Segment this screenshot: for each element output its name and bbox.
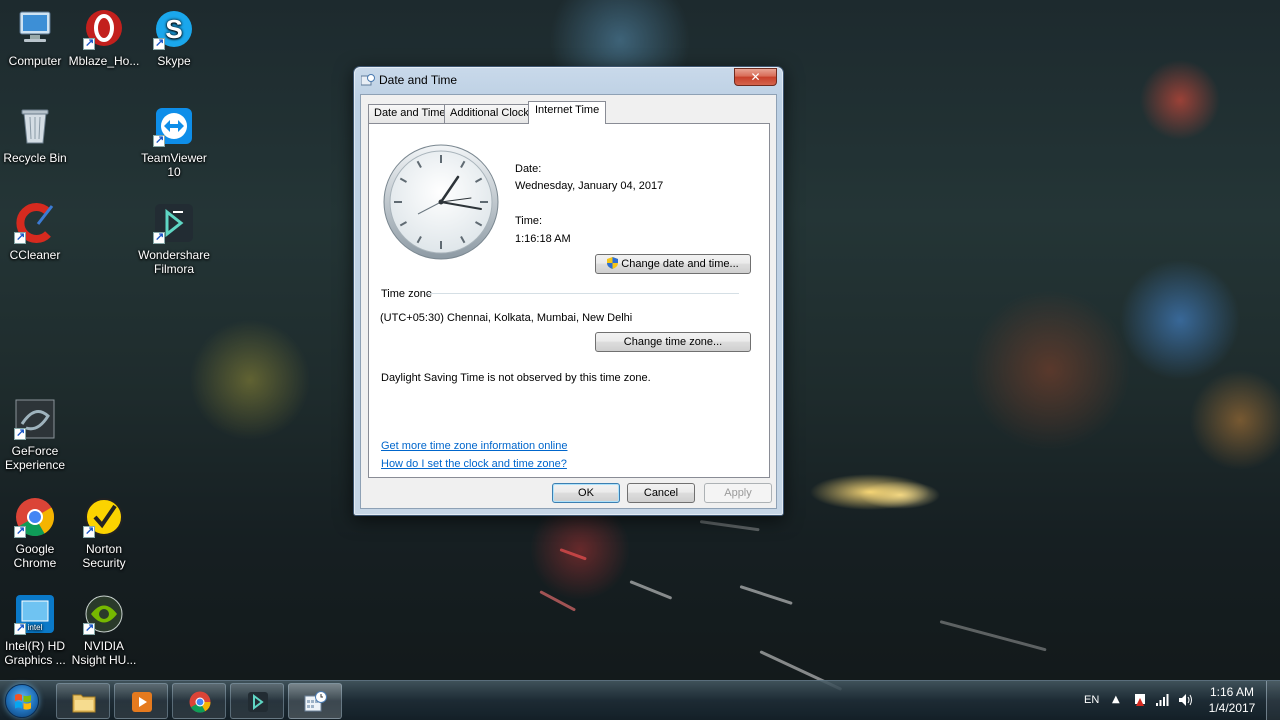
desktop-icon-filmora[interactable]: Wondershare Filmora [138, 202, 210, 276]
chrome-icon [14, 496, 56, 538]
desktop-icon-mblaze[interactable]: Mblaze_Ho... [68, 8, 140, 68]
desktop-icon-label: NVIDIA Nsight HU... [71, 639, 137, 667]
desktop-icon-label: Intel(R) HD Graphics ... [4, 639, 66, 667]
explorer-icon [72, 691, 96, 713]
tab-internet-time[interactable]: Internet Time [528, 101, 607, 124]
desktop-icon-label: Google Chrome [13, 542, 57, 570]
taskbar-clock[interactable]: 1:16 AM 1/4/2017 [1203, 685, 1261, 715]
desktop-icon-norton[interactable]: Norton Security [68, 496, 140, 570]
desktop-icon-label: TeamViewer 10 [141, 151, 207, 179]
desktop-icon-label: CCleaner [9, 248, 61, 262]
shortcut-arrow-icon [153, 133, 165, 147]
shortcut-arrow-icon [14, 621, 26, 635]
filmora-icon [246, 691, 270, 713]
change-date-time-button[interactable]: Change date and time... [595, 254, 751, 274]
show-hidden-icons-button[interactable]: ▲ [1112, 694, 1120, 705]
date-time-app-icon [360, 74, 375, 86]
network-icon[interactable] [1155, 693, 1171, 710]
taskbar: EN ▲ 1:16 AM 1/4/2017 [0, 680, 1280, 720]
dialog-client-area: Date and Time Additional Clocks Internet… [360, 94, 777, 509]
action-center-icon[interactable] [1133, 693, 1147, 710]
desktop-icon-label: Norton Security [82, 542, 126, 570]
date-time-icon [304, 691, 328, 713]
uac-shield-icon [607, 257, 619, 275]
show-desktop-button[interactable] [1266, 681, 1280, 720]
time-zone-value: (UTC+05:30) Chennai, Kolkata, Mumbai, Ne… [380, 312, 633, 324]
analog-clock [382, 143, 500, 261]
skype-icon: S [153, 8, 195, 50]
desktop-icon-chrome[interactable]: Google Chrome [0, 496, 71, 570]
title-bar[interactable]: Date and Time ✕ [354, 67, 783, 93]
mblaze-icon [83, 8, 125, 50]
filmora-icon [153, 202, 195, 244]
dialog-title: Date and Time [379, 73, 458, 87]
tab-date-and-time[interactable]: Date and Time [368, 104, 452, 123]
tab-additional-clocks[interactable]: Additional Clocks [444, 104, 541, 123]
desktop-icon-recycle-bin[interactable]: Recycle Bin [0, 105, 71, 165]
desktop-icon-skype[interactable]: S Skype [138, 8, 210, 68]
ccleaner-icon [14, 202, 56, 244]
taskbar-chrome[interactable] [172, 683, 226, 719]
nvidia-nsight-icon [83, 593, 125, 635]
chrome-icon [188, 691, 212, 713]
desktop-icon-label: GeForce Experience [4, 444, 66, 472]
computer-icon [14, 8, 56, 50]
dst-note: Daylight Saving Time is not observed by … [381, 372, 651, 384]
cancel-button[interactable]: Cancel [627, 483, 695, 503]
norton-icon [83, 496, 125, 538]
date-label: Date: [515, 163, 542, 175]
time-value: 1:16:18 AM [515, 233, 571, 245]
desktop-icon-teamviewer[interactable]: TeamViewer 10 [138, 105, 210, 179]
shortcut-arrow-icon [14, 230, 26, 244]
shortcut-arrow-icon [14, 524, 26, 538]
recycle-bin-icon [14, 105, 56, 147]
how-to-set-clock-link[interactable]: How do I set the clock and time zone? [381, 458, 567, 470]
svg-text:S: S [165, 14, 182, 44]
change-date-time-label: Change date and time... [621, 258, 739, 270]
ok-button[interactable]: OK [552, 483, 620, 503]
desktop-icon-label: Skype [157, 54, 191, 68]
shortcut-arrow-icon [83, 621, 95, 635]
apply-button[interactable]: Apply [704, 483, 772, 503]
media-player-icon [130, 691, 154, 713]
clock-time: 1:16 AM [1209, 685, 1255, 699]
time-zone-divider [427, 293, 739, 294]
start-button[interactable] [5, 684, 39, 718]
geforce-icon [14, 398, 56, 440]
close-button[interactable]: ✕ [734, 68, 777, 86]
desktop-icon-label: Recycle Bin [3, 151, 67, 165]
date-value: Wednesday, January 04, 2017 [515, 180, 664, 192]
desktop-icon-computer[interactable]: Computer [0, 8, 71, 68]
change-time-zone-button[interactable]: Change time zone... [595, 332, 751, 352]
tab-panel: Date: Wednesday, January 04, 2017 Time: … [368, 123, 770, 478]
desktop-icon-label: Wondershare Filmora [138, 248, 210, 276]
taskbar-media-player[interactable] [114, 683, 168, 719]
svg-text:intel: intel [28, 623, 43, 632]
desktop-icon-nvidia-nsight[interactable]: NVIDIA Nsight HU... [68, 593, 140, 667]
windows-logo-icon [15, 694, 31, 710]
desktop-icon-intel-graphics[interactable]: intel Intel(R) HD Graphics ... [0, 593, 71, 667]
desktop-icon-geforce[interactable]: GeForce Experience [0, 398, 71, 472]
shortcut-arrow-icon [83, 36, 95, 50]
taskbar-date-time[interactable] [288, 683, 342, 719]
date-time-dialog: Date and Time ✕ Date and Time Additional… [353, 66, 784, 516]
volume-icon[interactable] [1178, 693, 1194, 710]
time-zone-info-link[interactable]: Get more time zone information online [381, 440, 567, 452]
taskbar-filmora[interactable] [230, 683, 284, 719]
shortcut-arrow-icon [153, 36, 165, 50]
desktop-icon-label: Computer [8, 54, 62, 68]
teamviewer-icon [153, 105, 195, 147]
shortcut-arrow-icon [153, 230, 165, 244]
time-zone-heading: Time zone [381, 288, 432, 300]
desktop-icon-label: Mblaze_Ho... [68, 54, 140, 68]
shortcut-arrow-icon [14, 426, 26, 440]
intel-graphics-icon: intel [14, 593, 56, 635]
desktop-icon-ccleaner[interactable]: CCleaner [0, 202, 71, 262]
clock-date: 1/4/2017 [1208, 701, 1256, 715]
shortcut-arrow-icon [83, 524, 95, 538]
taskbar-explorer[interactable] [56, 683, 110, 719]
time-label: Time: [515, 215, 543, 227]
language-indicator[interactable]: EN [1084, 694, 1099, 706]
